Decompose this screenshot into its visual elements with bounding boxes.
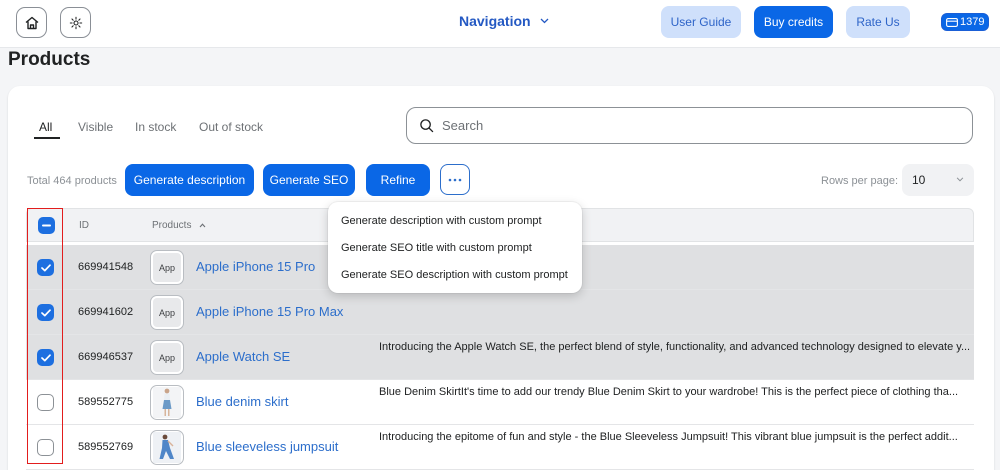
row-checkbox[interactable] (37, 394, 54, 411)
menu-item-custom-seo-description[interactable]: Generate SEO description with custom pro… (341, 269, 568, 281)
more-horizontal-icon (448, 178, 462, 181)
skirt-photo (153, 387, 181, 418)
home-button[interactable] (16, 7, 47, 38)
top-bar: Navigation User Guide Buy credits Rate U… (0, 0, 1000, 48)
chevron-down-icon (540, 18, 549, 24)
jumpsuit-photo (153, 432, 181, 463)
credits-count: 1379 (960, 16, 985, 28)
product-id: 669941548 (78, 261, 134, 273)
credits-badge[interactable]: 1379 (941, 13, 990, 31)
minus-icon (42, 224, 51, 227)
product-thumbnail: App (150, 250, 184, 285)
product-name-link[interactable]: Apple iPhone 15 Pro (196, 259, 315, 274)
credit-card-icon (946, 17, 958, 27)
product-thumbnail-placeholder: App (153, 298, 181, 327)
row-checkbox[interactable] (37, 439, 54, 456)
refine-button[interactable]: Refine (366, 164, 430, 196)
row-checkbox[interactable] (37, 304, 54, 321)
search-icon (420, 119, 434, 133)
generate-description-button[interactable]: Generate description (125, 164, 254, 196)
sort-ascending-icon (199, 223, 206, 228)
product-name-link[interactable]: Apple Watch SE (196, 349, 290, 364)
tab-in-stock[interactable]: In stock (135, 120, 176, 134)
page-title: Products (8, 49, 91, 70)
buy-credits-button[interactable]: Buy credits (754, 6, 833, 38)
table-row[interactable]: 669941602 App Apple iPhone 15 Pro Max (26, 290, 974, 335)
settings-button[interactable] (60, 7, 91, 38)
product-image-skirt (150, 385, 184, 420)
product-name-link[interactable]: Apple iPhone 15 Pro Max (196, 304, 343, 319)
product-id: 589552769 (78, 441, 134, 453)
check-icon (40, 263, 51, 271)
tab-all-underline (34, 137, 60, 139)
product-name-link[interactable]: Blue sleeveless jumpsuit (196, 439, 338, 454)
product-thumbnail-placeholder: App (153, 343, 181, 372)
check-icon (40, 353, 51, 361)
product-thumbnail-placeholder: App (153, 253, 181, 282)
rows-per-page-label: Rows per page: (821, 175, 899, 187)
select-all-checkbox[interactable] (38, 217, 55, 234)
product-thumbnail: App (150, 295, 184, 330)
tab-all[interactable]: All (39, 120, 52, 134)
row-checkbox[interactable] (37, 349, 54, 366)
column-products-header[interactable]: Products (152, 220, 206, 231)
menu-item-custom-seo-title[interactable]: Generate SEO title with custom prompt (341, 242, 532, 254)
product-image-jumpsuit (150, 430, 184, 465)
product-description: Blue Denim SkirtIt's time to add our tre… (379, 386, 959, 398)
navigation-dropdown[interactable]: Navigation (459, 13, 549, 29)
generate-seo-button[interactable]: Generate SEO (263, 164, 355, 196)
product-description: Introducing the Apple Watch SE, the perf… (379, 341, 971, 353)
chevron-down-icon (956, 177, 964, 182)
more-actions-menu: Generate description with custom prompt … (328, 202, 582, 293)
more-actions-button[interactable] (440, 164, 470, 195)
product-name-link[interactable]: Blue denim skirt (196, 394, 288, 409)
home-icon (25, 16, 38, 29)
search-placeholder: Search (442, 118, 484, 133)
menu-item-custom-description[interactable]: Generate description with custom prompt (341, 215, 542, 227)
row-checkbox[interactable] (37, 259, 54, 276)
table-row[interactable]: 589552769 Blue sleeveless jumpsuit Intro… (26, 425, 974, 470)
total-products: Total 464 products (27, 175, 117, 187)
table-row[interactable]: 589552775 Blue denim skirt Blue Denim Sk… (26, 380, 974, 425)
check-icon (40, 308, 51, 316)
tab-visible[interactable]: Visible (78, 120, 113, 134)
rows-per-page-select[interactable]: 10 (902, 164, 974, 196)
column-id-header[interactable]: ID (79, 220, 89, 231)
product-id: 669941602 (78, 306, 134, 318)
search-input[interactable]: Search (406, 107, 973, 144)
product-description: Introducing the epitome of fun and style… (379, 431, 958, 443)
table-row[interactable]: 669946537 App Apple Watch SE Introducing… (26, 335, 974, 380)
product-thumbnail: App (150, 340, 184, 375)
gear-icon (69, 16, 82, 29)
product-id: 669946537 (78, 351, 134, 363)
column-products-label: Products (152, 220, 192, 231)
rows-per-page-value: 10 (912, 173, 926, 187)
user-guide-button[interactable]: User Guide (661, 6, 741, 38)
navigation-label: Navigation (459, 13, 531, 29)
tab-out-of-stock[interactable]: Out of stock (199, 120, 263, 134)
rate-us-button[interactable]: Rate Us (846, 6, 910, 38)
product-id: 589552775 (78, 396, 134, 408)
